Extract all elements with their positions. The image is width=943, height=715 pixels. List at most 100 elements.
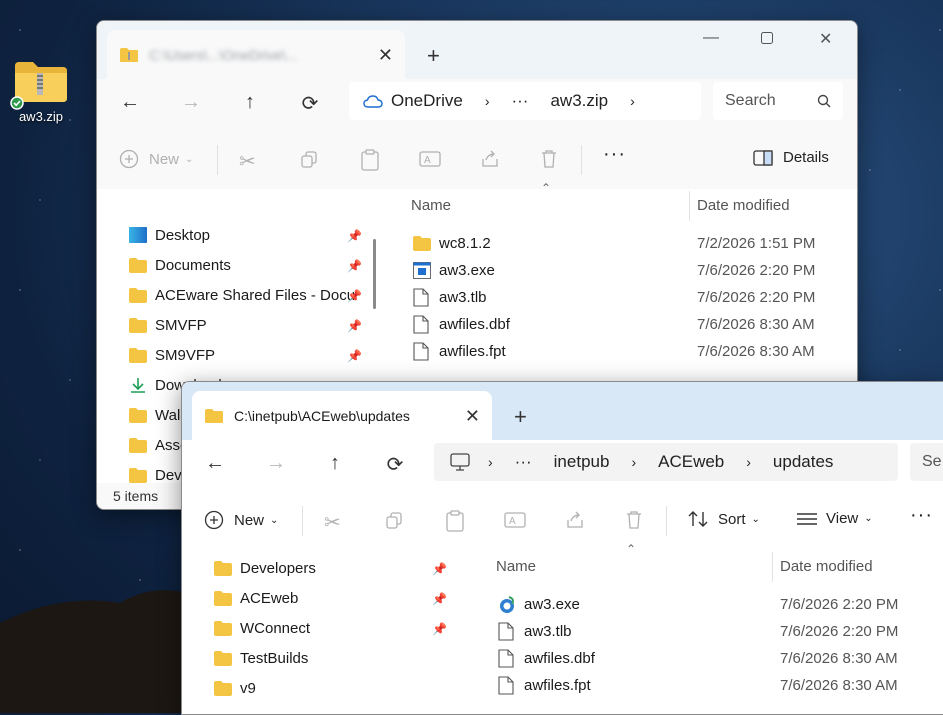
nav-item-documents[interactable]: Documents — [129, 251, 231, 279]
copy-button[interactable] — [384, 510, 404, 530]
cut-button[interactable]: ✂ — [239, 149, 256, 174]
delete-button[interactable] — [540, 149, 558, 169]
rename-button[interactable]: A — [504, 510, 526, 530]
column-header-date[interactable]: Date modified — [697, 197, 790, 214]
desktop-zip-icon[interactable]: aw3.zip — [10, 58, 72, 124]
breadcrumb-inetpub[interactable]: inetpub — [554, 452, 610, 472]
file-row[interactable]: aw3.tlb 7/6/2026 2:20 PM — [498, 618, 943, 645]
nav-scrollbar[interactable] — [373, 239, 376, 309]
file-name: awfiles.fpt — [524, 677, 591, 694]
folder-icon — [129, 347, 147, 363]
close-window-button[interactable]: ✕ — [819, 29, 832, 49]
search-box[interactable]: Se — [910, 443, 943, 481]
nav-item-aceweb[interactable]: ACEweb — [214, 584, 298, 612]
paste-button[interactable] — [445, 510, 465, 532]
breadcrumb-overflow[interactable]: ··· — [511, 91, 528, 111]
file-row[interactable]: awfiles.dbf 7/6/2026 8:30 AM — [413, 311, 857, 338]
up-button[interactable]: ↑ — [235, 91, 265, 114]
file-date: 7/6/2026 2:20 PM — [780, 623, 899, 640]
column-divider[interactable] — [772, 552, 773, 582]
chevron-right-icon: › — [488, 454, 493, 470]
this-pc-icon — [450, 453, 470, 471]
address-bar[interactable]: OneDrive › ··· aw3.zip › — [349, 82, 701, 120]
share-button[interactable] — [565, 510, 585, 530]
file-row[interactable]: aw3.tlb 7/6/2026 2:20 PM — [413, 284, 857, 311]
forward-button[interactable]: → — [261, 452, 291, 475]
nav-item-smvfp[interactable]: SMVFP — [129, 311, 207, 339]
breadcrumb-overflow[interactable]: ··· — [515, 452, 532, 472]
new-tab-button[interactable]: + — [427, 43, 440, 69]
chevron-right-icon: › — [746, 454, 751, 470]
breadcrumb-aceweb[interactable]: ACEweb — [658, 452, 724, 472]
file-row[interactable]: awfiles.fpt 7/6/2026 8:30 AM — [498, 672, 943, 699]
breadcrumb-updates[interactable]: updates — [773, 452, 834, 472]
address-row: ← → ↑ ⟳ OneDrive › ··· aw3.zip › Search — [97, 79, 857, 131]
column-header-name[interactable]: Name — [496, 558, 536, 575]
search-placeholder: Se — [922, 453, 942, 470]
file-icon — [498, 649, 514, 668]
new-button[interactable]: New ⌄ — [119, 149, 193, 169]
tab-updates[interactable]: C:\inetpub\ACEweb\updates ✕ — [192, 391, 492, 441]
sync-check-icon — [10, 96, 24, 110]
back-button[interactable]: ← — [115, 91, 145, 114]
details-button[interactable]: Details — [753, 149, 829, 166]
file-row[interactable]: awfiles.fpt 7/6/2026 8:30 AM — [413, 338, 857, 365]
file-row[interactable]: aw3.exe 7/6/2026 2:20 PM — [413, 257, 857, 284]
divider — [666, 506, 667, 536]
forward-button[interactable]: → — [176, 91, 206, 114]
more-options-button[interactable]: ··· — [603, 143, 626, 166]
nav-item-wconnect[interactable]: WConnect — [214, 614, 310, 642]
new-button[interactable]: New ⌄ — [204, 510, 278, 530]
sort-button[interactable]: Sort ⌄ — [688, 510, 760, 528]
share-button[interactable] — [480, 149, 500, 169]
file-name: awfiles.dbf — [439, 316, 510, 333]
back-button[interactable]: ← — [200, 452, 230, 475]
chevron-down-icon: ⌄ — [751, 513, 760, 525]
file-row[interactable]: aw3.exe 7/6/2026 2:20 PM — [498, 591, 943, 618]
search-box[interactable]: Search — [713, 82, 843, 120]
nav-item-label: Documents — [155, 256, 231, 274]
close-tab-icon[interactable]: ✕ — [378, 45, 393, 66]
refresh-button[interactable]: ⟳ — [295, 91, 325, 116]
breadcrumb-onedrive[interactable]: OneDrive — [391, 91, 463, 111]
file-row[interactable]: wc8.1.2 7/2/2026 1:51 PM — [413, 230, 857, 257]
folder-icon — [413, 236, 431, 251]
copy-button[interactable] — [299, 149, 319, 169]
nav-item-aceware-shared[interactable]: ACEware Shared Files - Docu — [129, 281, 355, 309]
cloud-icon — [363, 95, 383, 108]
paste-button[interactable] — [360, 149, 380, 171]
address-bar[interactable]: › ··· inetpub › ACEweb › updates — [434, 443, 898, 481]
nav-item-v9[interactable]: v9 — [214, 674, 256, 702]
nav-item-label: SM9VFP — [155, 346, 216, 364]
explorer-window-updates: C:\inetpub\ACEweb\updates ✕ + ← → ↑ ⟳ › … — [181, 381, 943, 715]
more-options-button[interactable]: ··· — [910, 504, 933, 527]
nav-item-developers[interactable]: Developers — [214, 554, 316, 582]
column-header-name[interactable]: Name — [411, 197, 451, 214]
breadcrumb-aw3zip[interactable]: aw3.zip — [550, 91, 608, 111]
file-date: 7/6/2026 2:20 PM — [697, 289, 816, 306]
view-button[interactable]: View ⌄ — [796, 510, 873, 527]
view-label: View — [826, 510, 859, 527]
nav-item-desktop[interactable]: Desktop — [129, 221, 210, 249]
tab-onedrive[interactable]: C:\Users\...\OneDrive\... ✕ — [107, 30, 405, 80]
column-divider[interactable] — [689, 191, 690, 221]
rename-icon: A — [419, 151, 441, 167]
cut-button[interactable]: ✂ — [324, 510, 341, 535]
nav-item-testbuilds[interactable]: TestBuilds — [214, 644, 308, 672]
delete-button[interactable] — [625, 510, 643, 530]
file-icon — [498, 676, 514, 695]
file-row[interactable]: awfiles.dbf 7/6/2026 8:30 AM — [498, 645, 943, 672]
up-button[interactable]: ↑ — [320, 452, 350, 475]
new-tab-button[interactable]: + — [514, 404, 527, 430]
nav-item-label: Developers — [240, 559, 316, 577]
close-tab-icon[interactable]: ✕ — [465, 406, 480, 427]
sort-label: Sort — [718, 510, 746, 528]
file-date: 7/6/2026 2:20 PM — [697, 262, 816, 279]
column-header-date[interactable]: Date modified — [780, 558, 873, 575]
minimize-button[interactable]: — — [703, 29, 719, 47]
nav-item-sm9vfp[interactable]: SM9VFP — [129, 341, 215, 369]
maximize-button[interactable] — [761, 31, 773, 49]
refresh-button[interactable]: ⟳ — [380, 452, 410, 477]
rename-button[interactable]: A — [419, 149, 441, 169]
chevron-down-icon: ⌄ — [864, 513, 873, 524]
